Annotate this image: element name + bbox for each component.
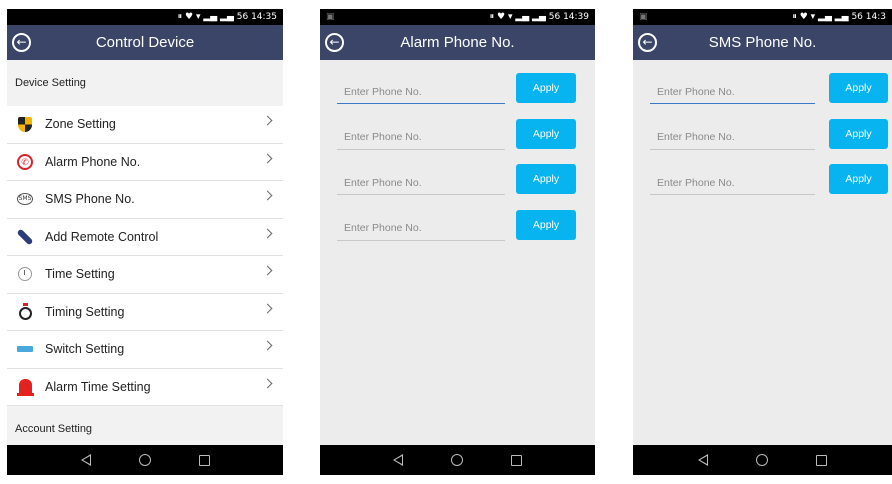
title-bar: ← Alarm Phone No. [320, 25, 595, 60]
clock-icon [17, 266, 33, 282]
nav-back-icon[interactable] [393, 454, 403, 466]
menu-item-label: Add Remote Control [45, 229, 159, 244]
status-bar: ▣ ⏸ ♥ ▾ ▂▄ ▂▄ 56 14:39 [320, 9, 595, 25]
menu-item-sms-phone[interactable]: SMS SMS Phone No. [7, 181, 283, 219]
phone-input-list: Apply Apply Apply [633, 60, 892, 209]
menu-item-label: Switch Setting [45, 342, 125, 357]
apply-button[interactable]: Apply [829, 164, 888, 194]
phone-icon: ✆ [17, 153, 33, 170]
apply-button[interactable]: Apply [516, 164, 576, 194]
alarm-icon [16, 379, 34, 397]
title-bar: ← Control Device [7, 25, 283, 60]
nav-home-icon[interactable] [138, 454, 151, 466]
menu-item-label: Zone Setting [45, 117, 116, 132]
phone-number-input[interactable] [337, 216, 505, 241]
chevron-right-icon [262, 378, 273, 388]
menu-item-switch-setting[interactable]: Switch Setting [7, 331, 283, 369]
title-bar: ← SMS Phone No. [633, 25, 892, 60]
remote-icon [16, 228, 34, 246]
chevron-right-icon [262, 190, 273, 201]
apply-button[interactable]: Apply [829, 118, 888, 149]
nav-home-icon[interactable] [756, 454, 768, 466]
phone-input-row: Apply [320, 118, 595, 164]
shield-icon [17, 116, 33, 132]
phone-input-row: Apply [320, 209, 595, 255]
phone-input-row: Apply [633, 72, 892, 118]
status-time: 14:39 [563, 12, 589, 22]
phone-input-row: Apply [633, 118, 892, 164]
phone-input-row: Apply [633, 163, 892, 209]
status-time: 14:35 [251, 12, 277, 22]
chevron-right-icon [262, 303, 273, 313]
menu-item-label: Alarm Phone No. [45, 154, 141, 169]
page-title: Control Device [95, 34, 195, 51]
apply-button[interactable]: Apply [829, 73, 888, 103]
control-device-screen: ⏸ ♥ ▾ ▂▄ ▂▄ 56 14:35 ← Control Device De… [7, 9, 283, 475]
menu-item-zone-setting[interactable]: Zone Setting [7, 106, 283, 144]
menu-item-label: Alarm Time Setting [45, 379, 151, 394]
menu-item-alarm-phone[interactable]: ✆ Alarm Phone No. [7, 143, 283, 181]
page-title: Alarm Phone No. [400, 34, 515, 51]
menu-item-alarm-time-setting[interactable]: Alarm Time Setting [7, 368, 283, 406]
nav-recents-icon[interactable] [816, 454, 827, 466]
status-icons: ⏸ ♥ ▾ ▂▄ ▂▄ 56 [489, 12, 561, 22]
nav-bar [320, 445, 595, 475]
apply-button[interactable]: Apply [516, 118, 576, 149]
status-icons: ⏸ ♥ ▾ ▂▄ ▂▄ 56 [177, 12, 249, 22]
nav-bar [7, 445, 283, 475]
status-icons: ⏸ ♥ ▾ ▂▄ ▂▄ 56 [792, 12, 863, 22]
apply-button[interactable]: Apply [516, 209, 576, 240]
menu-item-add-remote[interactable]: Add Remote Control [7, 218, 283, 256]
status-bar: ▣ ⏸ ♥ ▾ ▂▄ ▂▄ 56 14:3 [633, 9, 892, 25]
nav-recents-icon[interactable] [198, 454, 210, 466]
phone-input-row: Apply [320, 163, 595, 209]
phone-number-input[interactable] [337, 171, 505, 195]
sms-phone-screen: ▣ ⏸ ♥ ▾ ▂▄ ▂▄ 56 14:3 ← SMS Phone No. Ap… [633, 9, 892, 475]
chevron-right-icon [262, 115, 273, 126]
menu-item-label: Time Setting [45, 267, 115, 282]
menu-item-label: Timing Setting [45, 304, 125, 319]
phone-number-input[interactable] [337, 80, 505, 104]
nav-recents-icon[interactable] [511, 454, 522, 466]
phone-input-row: Apply [320, 72, 595, 118]
nav-bar [633, 445, 892, 475]
menu-item-time-setting[interactable]: Time Setting [7, 256, 283, 294]
lock-icon: ▣ [639, 12, 648, 22]
phone-number-input[interactable] [650, 171, 815, 195]
alarm-phone-screen: ▣ ⏸ ♥ ▾ ▂▄ ▂▄ 56 14:39 ← Alarm Phone No.… [320, 9, 595, 475]
switch-icon [17, 341, 33, 357]
status-bar: ⏸ ♥ ▾ ▂▄ ▂▄ 56 14:35 [7, 9, 283, 25]
page-title: SMS Phone No. [708, 34, 817, 51]
sms-icon: SMS [17, 191, 33, 207]
lock-icon: ▣ [326, 12, 335, 22]
nav-back-icon[interactable] [698, 454, 708, 466]
apply-button[interactable]: Apply [516, 73, 576, 103]
phone-number-input[interactable] [337, 125, 505, 150]
chevron-right-icon [262, 340, 273, 351]
chevron-right-icon [262, 265, 273, 276]
chevron-right-icon [262, 153, 273, 163]
status-time: 14:3 [865, 12, 886, 22]
phone-input-list: Apply Apply Apply Apply [320, 60, 595, 254]
phone-number-input[interactable] [650, 125, 815, 150]
nav-back-icon[interactable] [80, 454, 91, 466]
timer-icon [17, 302, 33, 320]
nav-home-icon[interactable] [451, 454, 463, 466]
section-header-device: Device Setting [7, 60, 283, 106]
menu-item-label: SMS Phone No. [45, 192, 135, 207]
menu-item-timing-setting[interactable]: Timing Setting [7, 293, 283, 331]
chevron-right-icon [262, 228, 273, 238]
phone-number-input[interactable] [650, 80, 815, 104]
